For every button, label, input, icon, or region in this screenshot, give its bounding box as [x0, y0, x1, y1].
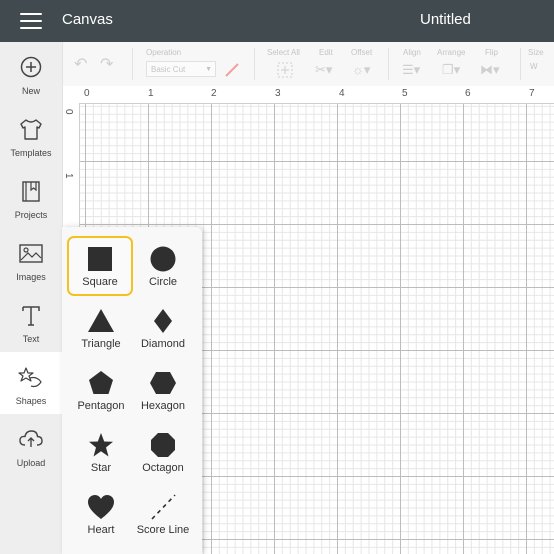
offset-icon[interactable]: ☼▾ — [352, 63, 370, 76]
operation-select[interactable]: Basic Cut ▼ — [146, 61, 216, 77]
image-icon — [19, 244, 43, 263]
ruler-label: 0 — [63, 109, 74, 115]
edit-label: Edit — [319, 48, 333, 57]
shape-pentagon[interactable]: Pentagon — [68, 362, 134, 422]
sidebar-item-templates[interactable]: Templates — [0, 104, 62, 166]
edit-tools-icon[interactable]: ✂▾ — [315, 63, 332, 76]
star-icon — [89, 433, 113, 457]
size-width-label[interactable]: W — [530, 62, 538, 71]
diamond-icon — [154, 309, 172, 333]
sidebar-item-label: Projects — [14, 210, 48, 220]
octagon-icon — [151, 433, 175, 457]
chevron-down-icon: ▼ — [205, 66, 212, 73]
ruler-label: 7 — [529, 88, 535, 99]
shapes-icon — [18, 367, 42, 388]
toolbar-divider — [254, 48, 255, 80]
operation-label: Operation — [146, 48, 182, 57]
sidebar-item-images[interactable]: Images — [0, 228, 62, 290]
square-icon — [88, 247, 112, 271]
sidebar-item-text[interactable]: Text — [0, 290, 62, 352]
shape-label: Triangle — [81, 338, 121, 350]
plus-circle-icon — [20, 56, 42, 78]
shape-label: Score Line — [136, 524, 190, 536]
triangle-icon — [88, 309, 114, 332]
toolbar-divider — [132, 48, 133, 80]
document-title[interactable]: Untitled — [420, 11, 471, 28]
align-label: Align — [403, 48, 421, 57]
bookmark-book-icon — [22, 181, 40, 202]
pen-color-icon[interactable] — [224, 62, 240, 78]
shape-label: Square — [82, 276, 118, 288]
sidebar-item-projects[interactable]: Projects — [0, 166, 62, 228]
sidebar-item-label: Templates — [10, 148, 52, 158]
redo-icon[interactable]: ↷ — [100, 57, 113, 73]
size-label: Size — [528, 48, 544, 57]
shape-square[interactable]: Square — [67, 236, 133, 296]
toolbar-divider — [520, 48, 521, 80]
text-icon — [22, 306, 40, 326]
ruler-label: 2 — [211, 88, 217, 99]
flip-label: Flip — [485, 48, 498, 57]
arrange-label: Arrange — [437, 48, 466, 57]
shape-heart[interactable]: Heart — [68, 486, 134, 546]
ruler-label: 3 — [275, 88, 281, 99]
toolbar: ↶ ↷ Operation Basic Cut ▼ Select All Edi… — [62, 42, 554, 87]
shape-diamond[interactable]: Diamond — [130, 300, 196, 360]
circle-icon — [150, 246, 176, 272]
shape-hexagon[interactable]: Hexagon — [130, 362, 196, 422]
flip-icon[interactable]: ⧓▾ — [480, 63, 500, 76]
offset-label: Offset — [351, 48, 373, 57]
align-icon[interactable]: ☰▾ — [402, 63, 420, 76]
ruler-label: 4 — [339, 88, 345, 99]
shape-label: Circle — [148, 276, 178, 288]
sidebar-item-upload[interactable]: Upload — [0, 414, 62, 476]
shape-score-line[interactable]: Score Line — [130, 486, 196, 546]
shape-label: Diamond — [140, 338, 186, 350]
sidebar: New Templates Projects Images Text Shape… — [0, 42, 63, 554]
ruler-top: 0 1 2 3 4 5 6 7 — [62, 86, 554, 104]
ruler-label: 1 — [63, 173, 74, 179]
sidebar-item-label: Upload — [16, 458, 46, 468]
shape-label: Octagon — [142, 462, 184, 474]
sidebar-item-label: New — [21, 86, 40, 96]
shape-octagon[interactable]: Octagon — [130, 424, 196, 484]
select-all-icon[interactable] — [277, 62, 293, 78]
hamburger-icon[interactable] — [20, 13, 42, 29]
tshirt-icon — [20, 119, 42, 140]
shapes-panel: Square Circle Triangle Diamond Pentagon … — [62, 227, 202, 554]
sidebar-item-new[interactable]: New — [0, 42, 62, 104]
hexagon-icon — [150, 372, 176, 394]
shape-label: Heart — [87, 524, 115, 536]
sidebar-item-label: Shapes — [15, 396, 47, 406]
operation-value: Basic Cut — [151, 65, 186, 74]
ruler-label: 6 — [465, 88, 471, 99]
app-title: Canvas — [62, 11, 113, 28]
cloud-upload-icon — [19, 430, 43, 447]
shape-star[interactable]: Star — [68, 424, 134, 484]
shape-triangle[interactable]: Triangle — [68, 300, 134, 360]
sidebar-item-label: Images — [16, 272, 46, 282]
shape-label: Hexagon — [140, 400, 186, 412]
heart-icon — [88, 495, 114, 519]
ruler-label: 5 — [402, 88, 408, 99]
toolbar-divider — [388, 48, 389, 80]
ruler-label: 1 — [148, 88, 154, 99]
shape-label: Star — [90, 462, 112, 474]
arrange-icon[interactable]: ❐▾ — [442, 63, 460, 76]
top-bar: Canvas Untitled — [0, 0, 554, 42]
ruler-label: 0 — [84, 88, 90, 99]
shape-circle[interactable]: Circle — [130, 238, 196, 298]
pentagon-icon — [89, 371, 113, 394]
sidebar-item-label: Text — [22, 334, 40, 344]
undo-icon[interactable]: ↶ — [74, 57, 87, 73]
score-line-icon — [151, 494, 176, 520]
shape-label: Pentagon — [77, 400, 125, 412]
select-all-label: Select All — [267, 48, 300, 57]
sidebar-item-shapes[interactable]: Shapes — [0, 352, 62, 414]
